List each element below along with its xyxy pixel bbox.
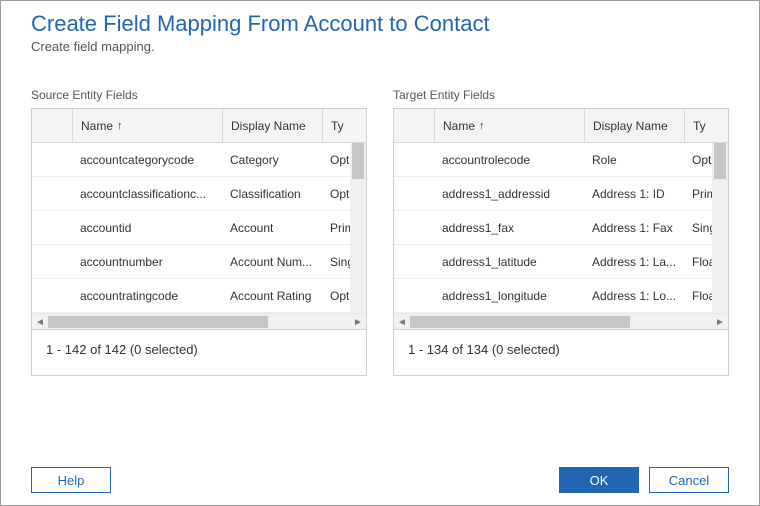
table-row[interactable]: address1_faxAddress 1: FaxSing (394, 211, 728, 245)
table-row[interactable]: accountidAccountPrim (32, 211, 366, 245)
cell-name: accountcategorycode (72, 143, 222, 176)
target-grid-body[interactable]: accountrolecodeRoleOptiaddress1_addressi… (394, 143, 728, 313)
cell-type: Prim (684, 177, 714, 210)
source-col-display[interactable]: Display Name (222, 109, 322, 142)
table-row[interactable]: accountnumberAccount Num...Sing (32, 245, 366, 279)
source-vscroll-thumb[interactable] (352, 143, 364, 179)
target-vscrollbar[interactable] (712, 143, 728, 313)
source-col-type[interactable]: Ty (322, 109, 352, 142)
row-spacer (394, 279, 434, 312)
source-grid: Name ↑ Display Name Ty accountcategoryco… (31, 108, 367, 330)
cell-display: Account Rating (222, 279, 322, 312)
row-spacer (32, 177, 72, 210)
row-spacer (32, 279, 72, 312)
source-panel-title: Source Entity Fields (31, 88, 367, 102)
cell-name: address1_latitude (434, 245, 584, 278)
target-grid: Name ↑ Display Name Ty accountrolecodeRo… (393, 108, 729, 330)
cell-type: Sing (684, 211, 714, 244)
source-hscrollbar[interactable]: ◄ ► (32, 313, 366, 329)
source-panel: Source Entity Fields Name ↑ Display Name… (31, 88, 367, 376)
scroll-right-icon[interactable]: ► (350, 314, 366, 330)
cell-type: Prim (322, 211, 352, 244)
row-spacer (394, 211, 434, 244)
cancel-button[interactable]: Cancel (649, 467, 729, 493)
table-row[interactable]: address1_latitudeAddress 1: La...Float (394, 245, 728, 279)
table-row[interactable]: address1_longitudeAddress 1: Lo...Float (394, 279, 728, 313)
scroll-left-icon[interactable]: ◄ (32, 314, 48, 330)
footer: Help OK Cancel (1, 455, 759, 505)
col-name-label: Name (81, 119, 113, 133)
target-hscroll-thumb[interactable] (410, 316, 630, 328)
target-panel: Target Entity Fields Name ↑ Display Name… (393, 88, 729, 376)
cell-name: address1_addressid (434, 177, 584, 210)
cell-type: Sing (322, 245, 352, 278)
cell-type: Opti (322, 177, 352, 210)
cell-display: Account Num... (222, 245, 322, 278)
cell-type: Float (684, 245, 714, 278)
target-col-type[interactable]: Ty (684, 109, 714, 142)
scroll-right-icon[interactable]: ► (712, 314, 728, 330)
ok-button[interactable]: OK (559, 467, 639, 493)
cell-name: accountratingcode (72, 279, 222, 312)
row-spacer (394, 245, 434, 278)
target-hscrollbar[interactable]: ◄ ► (394, 313, 728, 329)
row-spacer (32, 245, 72, 278)
cell-name: accountclassificationc... (72, 177, 222, 210)
cell-type: Opti (684, 143, 714, 176)
table-row[interactable]: accountratingcodeAccount RatingOpti (32, 279, 366, 313)
source-col-spacer[interactable] (32, 109, 72, 142)
target-status: 1 - 134 of 134 (0 selected) (393, 330, 729, 376)
row-spacer (32, 211, 72, 244)
cell-display: Account (222, 211, 322, 244)
source-col-name[interactable]: Name ↑ (72, 109, 222, 142)
source-vscrollbar[interactable] (350, 143, 366, 313)
col-name-label: Name (443, 119, 475, 133)
cell-type: Opti (322, 279, 352, 312)
cell-display: Address 1: La... (584, 245, 684, 278)
table-row[interactable]: accountrolecodeRoleOpti (394, 143, 728, 177)
cell-display: Address 1: ID (584, 177, 684, 210)
row-spacer (394, 143, 434, 176)
target-col-name[interactable]: Name ↑ (434, 109, 584, 142)
cell-name: accountnumber (72, 245, 222, 278)
source-status: 1 - 142 of 142 (0 selected) (31, 330, 367, 376)
target-vscroll-thumb[interactable] (714, 143, 726, 179)
cell-name: address1_longitude (434, 279, 584, 312)
page-subtitle: Create field mapping. (31, 39, 729, 54)
target-grid-header: Name ↑ Display Name Ty (394, 109, 728, 143)
target-col-display[interactable]: Display Name (584, 109, 684, 142)
cell-display: Role (584, 143, 684, 176)
cell-type: Opti (322, 143, 352, 176)
target-panel-title: Target Entity Fields (393, 88, 729, 102)
table-row[interactable]: accountcategorycodeCategoryOpti (32, 143, 366, 177)
cell-name: address1_fax (434, 211, 584, 244)
cell-type: Float (684, 279, 714, 312)
source-grid-header: Name ↑ Display Name Ty (32, 109, 366, 143)
source-hscroll-thumb[interactable] (48, 316, 268, 328)
target-col-spacer[interactable] (394, 109, 434, 142)
sort-asc-icon: ↑ (117, 120, 123, 132)
row-spacer (394, 177, 434, 210)
cell-name: accountid (72, 211, 222, 244)
cell-display: Address 1: Lo... (584, 279, 684, 312)
row-spacer (32, 143, 72, 176)
table-row[interactable]: accountclassificationc...ClassificationO… (32, 177, 366, 211)
cell-display: Category (222, 143, 322, 176)
scroll-left-icon[interactable]: ◄ (394, 314, 410, 330)
sort-asc-icon: ↑ (479, 120, 485, 132)
source-grid-body[interactable]: accountcategorycodeCategoryOptiaccountcl… (32, 143, 366, 313)
cell-name: accountrolecode (434, 143, 584, 176)
help-button[interactable]: Help (31, 467, 111, 493)
cell-display: Address 1: Fax (584, 211, 684, 244)
cell-display: Classification (222, 177, 322, 210)
page-title: Create Field Mapping From Account to Con… (31, 11, 729, 37)
table-row[interactable]: address1_addressidAddress 1: IDPrim (394, 177, 728, 211)
